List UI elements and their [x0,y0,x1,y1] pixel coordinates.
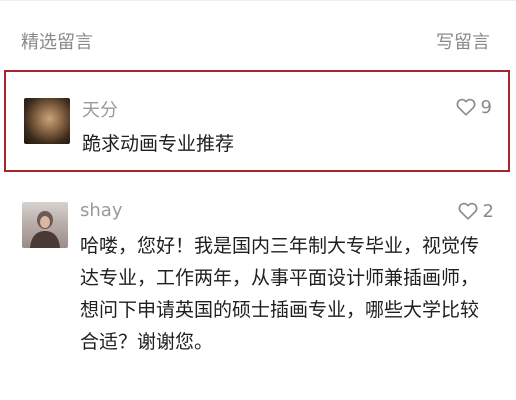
like-button[interactable]: 2 [457,200,494,222]
comment-item-2: shay 2 哈喽，您好！我是国内三年制大专毕业，视觉传达专业，工作两年，从事平… [4,190,510,400]
top-divider [0,0,516,1]
heart-icon [456,98,475,116]
comment-nickname: shay [80,200,123,221]
person-silhouette-icon [30,211,60,248]
comment-text: 哈喽，您好！我是国内三年制大专毕业，视觉传达专业，工作两年，从事平面设计师兼插画… [80,235,480,353]
comment-nickname: 天分 [82,100,118,121]
like-count: 9 [480,96,492,118]
comments-header: 精选留言 写留言 [0,18,516,53]
write-comment-button[interactable]: 写留言 [436,28,490,54]
cat-avatar[interactable] [24,98,70,144]
person-avatar[interactable] [22,202,68,248]
comment-item-1: 天分 9 跪求动画专业推荐 [4,70,510,172]
comment-text: 跪求动画专业推荐 [82,133,235,155]
like-button[interactable]: 9 [455,96,492,118]
section-title: 精选留言 [21,32,93,53]
heart-icon [458,202,477,220]
like-count: 2 [482,200,494,222]
